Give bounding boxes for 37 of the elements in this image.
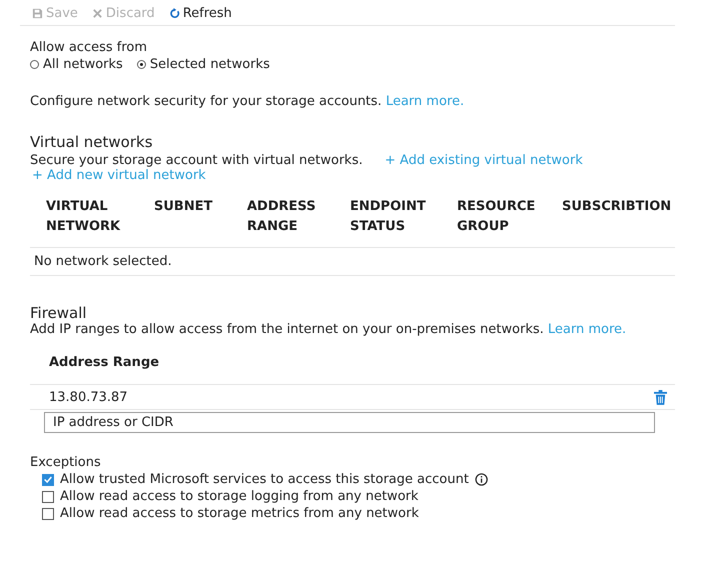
checkbox[interactable]: [42, 508, 54, 520]
section-label: Allow access from: [30, 40, 148, 55]
radio-option[interactable]: Selected networks: [136, 57, 270, 72]
learn-more-link[interactable]: Learn more.: [548, 322, 626, 337]
section-title: Virtual networks: [30, 133, 154, 151]
delete-icon[interactable]: [654, 390, 667, 405]
column-header: RESOURCE GROUP: [457, 198, 536, 236]
checkbox-label: Allow read access to storage metrics from any network: [60, 506, 419, 521]
column-header: SUBSCRIBTION: [562, 198, 672, 216]
checkbox[interactable]: [42, 490, 54, 502]
column-header: VIRTUAL NETWORK: [46, 198, 122, 236]
checkbox-label: Allow read access to storage logging from any network: [60, 489, 418, 504]
description: Secure your storage account with virtual networks.: [30, 153, 363, 168]
column-header: ENDPOINT STATUS: [350, 198, 427, 236]
column-header: Address Range: [30, 337, 675, 385]
empty-message: No network selected.: [30, 248, 675, 276]
radio-button[interactable]: [30, 60, 39, 69]
add-new-link[interactable]: + Add new virtual network: [32, 168, 206, 183]
column-header: SUBNET: [154, 198, 214, 216]
info-icon[interactable]: [474, 473, 488, 486]
close-icon: [92, 8, 103, 19]
description: Add IP ranges to allow access from the internet on your on-premises networks. Learn more.: [30, 322, 628, 337]
checkbox[interactable]: [42, 474, 54, 486]
description: Configure network security for your storage accounts. Learn more.: [30, 94, 466, 109]
learn-more-link[interactable]: Learn more.: [386, 94, 464, 109]
table-cell: 13.80.73.87: [49, 390, 128, 405]
radio-button[interactable]: [136, 60, 146, 69]
column-header: ADDRESS RANGE: [247, 198, 317, 236]
section-label: Exceptions: [30, 455, 102, 470]
checkbox-label: Allow trusted Microsoft services to access this storage account: [60, 472, 469, 487]
section-title: Firewall: [30, 304, 88, 322]
add-existing-link[interactable]: + Add existing virtual network: [384, 153, 583, 168]
refresh-icon: [168, 8, 180, 19]
toolbar-button[interactable]: Refresh: [166, 6, 234, 21]
input-field[interactable]: IP address or CIDR: [44, 412, 655, 433]
save-icon: [32, 8, 43, 19]
radio-option[interactable]: All networks: [30, 57, 123, 72]
